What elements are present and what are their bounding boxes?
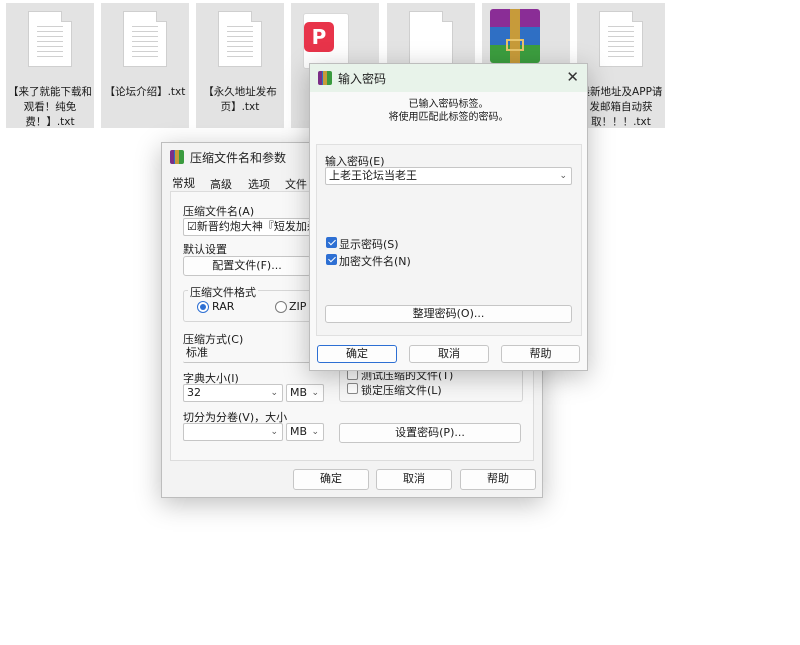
profile-button[interactable]: 配置文件(F)... — [183, 256, 311, 276]
dict-unit-select[interactable]: MB ⌄ — [286, 384, 324, 402]
file-tile-3[interactable]: 【永久地址发布页】.txt — [196, 3, 284, 128]
encrypt-filenames-checkbox[interactable] — [326, 254, 337, 265]
lock-archive-checkbox[interactable] — [347, 383, 358, 394]
password-input[interactable]: 上老王论坛当老王 ⌄ — [325, 167, 572, 185]
archive-dialog-title: 压缩文件名和参数 — [190, 150, 287, 165]
winrar-icon — [170, 150, 184, 164]
split-unit-select[interactable]: MB ⌄ — [286, 423, 324, 441]
file-tile-2[interactable]: 【论坛介绍】.txt — [101, 3, 189, 128]
info-line-2: 将使用匹配此标签的密码。 — [388, 112, 509, 123]
password-info: 已输入密码标签。 将使用匹配此标签的密码。 — [310, 98, 587, 124]
pdf-file-icon: P — [303, 13, 349, 69]
chevron-down-icon: ⌄ — [270, 427, 278, 437]
tab-general[interactable]: 常规 — [172, 175, 195, 191]
text-file-icon — [599, 11, 643, 67]
password-dialog-title: 输入密码 — [338, 71, 387, 86]
dict-size-value: 32 — [187, 386, 201, 399]
file-tile-7[interactable]: 最新地址及APP请发邮箱自动获取！！！.txt — [577, 3, 665, 128]
close-icon[interactable]: ✕ — [566, 68, 579, 86]
archive-name-label: 压缩文件名(A) — [183, 205, 255, 218]
archive-cancel-button[interactable]: 取消 — [376, 469, 452, 490]
archive-name-input[interactable]: ☑新晋约炮大神『短发加杀』1 — [183, 218, 311, 236]
split-size-select[interactable]: ⌄ — [183, 423, 283, 441]
organize-passwords-button[interactable]: 整理密码(O)... — [325, 305, 572, 323]
archive-ok-button[interactable]: 确定 — [293, 469, 369, 490]
format-label: 压缩文件格式 — [188, 284, 258, 300]
tab-options[interactable]: 选项 — [248, 176, 270, 192]
winrar-icon — [318, 71, 332, 85]
dict-unit-value: MB — [290, 386, 308, 399]
dict-size-select[interactable]: 32 ⌄ — [183, 384, 283, 402]
file-label: 最新地址及APP请发邮箱自动获取！！！.txt — [579, 86, 663, 128]
default-settings-label: 默认设置 — [183, 243, 227, 256]
password-cancel-button[interactable]: 取消 — [409, 345, 489, 363]
chevron-down-icon: ⌄ — [270, 388, 278, 398]
winrar-archive-icon — [490, 9, 540, 63]
text-file-icon — [28, 11, 72, 67]
tab-advanced[interactable]: 高级 — [210, 176, 232, 192]
password-help-button[interactable]: 帮助 — [501, 345, 580, 363]
tab-files[interactable]: 文件 — [285, 176, 307, 192]
lock-archive-label: 锁定压缩文件(L) — [361, 384, 442, 397]
set-password-button[interactable]: 设置密码(P)... — [339, 423, 521, 443]
method-select[interactable]: 标准 — [183, 345, 311, 363]
split-unit-value: MB — [290, 425, 308, 438]
password-ok-button[interactable]: 确定 — [317, 345, 397, 363]
text-file-icon — [123, 11, 167, 67]
password-dialog-titlebar[interactable]: 输入密码 ✕ — [310, 64, 587, 92]
chevron-down-icon: ⌄ — [311, 388, 319, 398]
text-file-icon — [218, 11, 262, 67]
show-password-checkbox[interactable] — [326, 237, 337, 248]
info-line-1: 已输入密码标签。 — [408, 99, 489, 110]
format-zip-label: ZIP — [289, 300, 307, 313]
encrypt-filenames-label: 加密文件名(N) — [339, 255, 411, 268]
file-label: 【永久地址发布页】.txt — [203, 86, 277, 113]
chevron-down-icon: ⌄ — [311, 427, 319, 437]
file-label: 【论坛介绍】.txt — [104, 86, 186, 98]
archive-help-button[interactable]: 帮助 — [460, 469, 536, 490]
password-dialog: 输入密码 ✕ 已输入密码标签。 将使用匹配此标签的密码。 输入密码(E) 上老王… — [309, 63, 588, 371]
show-password-label: 显示密码(S) — [339, 238, 399, 251]
format-rar-label: RAR — [212, 300, 235, 313]
password-value: 上老王论坛当老王 — [329, 169, 417, 182]
file-label: 【来了就能下载和观看！纯免费！】.txt — [8, 86, 92, 128]
chevron-down-icon: ⌄ — [559, 171, 567, 181]
format-rar-radio[interactable] — [197, 301, 209, 313]
file-tile-1[interactable]: 【来了就能下载和观看！纯免费！】.txt — [6, 3, 94, 128]
format-zip-radio[interactable] — [275, 301, 287, 313]
blank-file-icon — [409, 11, 453, 67]
